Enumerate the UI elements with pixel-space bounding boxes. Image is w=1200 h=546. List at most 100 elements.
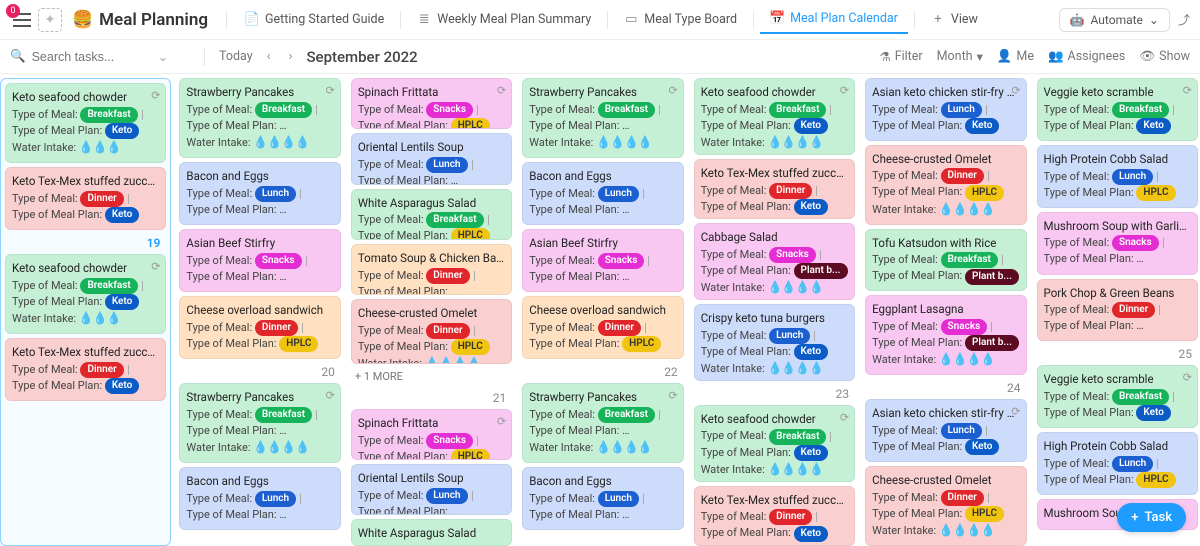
- plan-tag: Plant b...: [794, 263, 848, 279]
- meal-card[interactable]: Cabbage SaladType of Meal: SnacksType of…: [694, 223, 855, 300]
- menu-button[interactable]: 0: [10, 8, 34, 32]
- plan-tag: HPLC: [451, 118, 490, 129]
- plan-tag: Balanced: [622, 507, 677, 523]
- search-input[interactable]: [32, 50, 152, 64]
- meal-card[interactable]: Cheese-crusted OmeletType of Meal: Dinne…: [351, 299, 512, 364]
- search-input-wrap[interactable]: 🔍 ⌄: [10, 49, 190, 65]
- meal-card[interactable]: Oriental Lentils SoupType of Meal: Lunch…: [351, 464, 512, 515]
- tab-meal-type-board[interactable]: ▭Meal Type Board: [614, 6, 747, 33]
- meal-card[interactable]: ⟳Veggie keto scrambleType of Meal: Break…: [1037, 78, 1198, 141]
- meal-card[interactable]: ⟳Veggie keto scrambleType of Meal: Break…: [1037, 365, 1198, 428]
- plan-tag: HPLC: [451, 339, 490, 355]
- meal-card[interactable]: Tofu Katsudon with RiceType of Meal: Bre…: [865, 229, 1026, 292]
- tab-getting-started-guide[interactable]: 📄Getting Started Guide: [235, 6, 394, 33]
- assignees-filter[interactable]: 👥Assignees: [1048, 49, 1125, 64]
- header-tools: 🤖 Automate ⌄ ⤴: [1059, 8, 1190, 32]
- meal-card[interactable]: ⟳Keto seafood chowderType of Meal: Break…: [5, 83, 166, 163]
- meal-tag: Snacks: [426, 102, 473, 118]
- card-title: Asian Beef Stirfry: [186, 235, 333, 252]
- plan-tag: Keto: [794, 445, 829, 461]
- meal-card[interactable]: Keto Tex-Mex stuffed zucchini boatsType …: [694, 486, 855, 546]
- meal-card[interactable]: Cheese overload sandwichType of Meal: Di…: [522, 296, 683, 359]
- card-title: Keto Tex-Mex stuffed zucchini boats: [701, 492, 848, 509]
- water-drops-icon: 💧💧💧💧: [939, 352, 995, 366]
- calendar-column: ⟳Spinach FrittataType of Meal: SnacksTyp…: [349, 78, 514, 546]
- sync-icon: ⟳: [840, 410, 849, 426]
- meal-card[interactable]: Eggplant LasagnaType of Meal: SnacksType…: [865, 295, 1026, 375]
- today-button[interactable]: Today: [219, 49, 253, 64]
- next-arrow[interactable]: ›: [285, 47, 297, 66]
- tab-meal-plan-calendar[interactable]: 📅Meal Plan Calendar: [760, 5, 908, 34]
- automate-button[interactable]: 🤖 Automate ⌄: [1059, 8, 1170, 32]
- meal-card[interactable]: ⟳Spinach FrittataType of Meal: SnacksTyp…: [351, 409, 512, 460]
- more-link[interactable]: + 1 MORE: [351, 368, 512, 385]
- meal-card[interactable]: Bacon and EggsType of Meal: LunchType of…: [522, 467, 683, 530]
- meal-card[interactable]: Bacon and EggsType of Meal: LunchType of…: [179, 467, 340, 530]
- meal-card[interactable]: ⟳Asian keto chicken stir-fry with brocco…: [865, 78, 1026, 141]
- plan-tag: Keto: [965, 118, 1000, 134]
- meal-card[interactable]: High Protein Cobb SaladType of Meal: Lun…: [1037, 432, 1198, 495]
- meal-card[interactable]: Bacon and EggsType of Meal: LunchType of…: [179, 162, 340, 225]
- tab-icon: ≣: [417, 13, 431, 27]
- meal-card[interactable]: ⟳Strawberry PancakesType of Meal: Breakf…: [179, 383, 340, 463]
- tab-weekly-meal-plan-summary[interactable]: ≣Weekly Meal Plan Summary: [407, 6, 601, 33]
- meal-tag: Lunch: [598, 491, 639, 507]
- meal-card[interactable]: ⟳Keto seafood chowderType of Meal: Break…: [694, 405, 855, 482]
- meal-tag: Dinner: [769, 183, 812, 199]
- card-title: Mushroom Soup with Garlic Bread: [1044, 218, 1191, 235]
- meal-card[interactable]: Tomato Soup & Chicken BarbecueType of Me…: [351, 244, 512, 295]
- plan-tag: Plant b...: [965, 269, 1019, 285]
- sync-icon: ⟳: [497, 414, 506, 430]
- filter-button[interactable]: ⚗Filter: [879, 49, 922, 65]
- meal-card[interactable]: High Protein Cobb SaladType of Meal: Lun…: [1037, 145, 1198, 208]
- meal-card[interactable]: ⟳Strawberry PancakesType of Meal: Breakf…: [522, 78, 683, 158]
- meal-card[interactable]: Cheese-crusted OmeletType of Meal: Dinne…: [865, 145, 1026, 225]
- new-task-fab[interactable]: + Task: [1117, 503, 1186, 532]
- meal-card[interactable]: Mushroom Soup with Garlic BreadType of M…: [1037, 212, 1198, 275]
- water-drops-icon: 💧💧💧💧: [596, 135, 652, 149]
- meal-card[interactable]: Crispy keto tuna burgersType of Meal: Lu…: [694, 304, 855, 381]
- water-drops-icon: 💧💧💧💧: [596, 440, 652, 454]
- me-filter[interactable]: 👤Me: [997, 49, 1034, 64]
- chevron-down-icon[interactable]: ⌄: [158, 49, 168, 65]
- share-icon[interactable]: ⤴: [1178, 11, 1190, 28]
- meal-card[interactable]: Keto Tex-Mex stuffed zucchini boatsType …: [5, 167, 166, 230]
- month-select[interactable]: Month▾: [937, 49, 983, 65]
- day-number: 24: [865, 379, 1026, 395]
- meal-card[interactable]: Pork Chop & Green BeansType of Meal: Din…: [1037, 279, 1198, 342]
- meal-card[interactable]: Asian Beef StirfryType of Meal: SnacksTy…: [179, 229, 340, 292]
- meal-card[interactable]: White Asparagus SaladType of Meal: Break…: [351, 189, 512, 240]
- meal-card[interactable]: Oriental Lentils SoupType of Meal: Lunch…: [351, 133, 512, 184]
- card-title: Veggie keto scramble: [1044, 84, 1191, 101]
- meal-card[interactable]: ⟳Asian keto chicken stir-fry with brocco…: [865, 399, 1026, 462]
- sync-icon: ⟳: [1011, 404, 1020, 420]
- sync-icon: ⟳: [1011, 83, 1020, 99]
- tab-view[interactable]: +View: [921, 6, 988, 33]
- meal-card[interactable]: ⟳Spinach FrittataType of Meal: SnacksTyp…: [351, 78, 512, 129]
- meal-card[interactable]: ⟳Keto seafood chowderType of Meal: Break…: [694, 78, 855, 155]
- app-header: 0 ✦ 🍔 Meal Planning 📄Getting Started Gui…: [0, 0, 1200, 40]
- water-drops-icon: 💧💧💧: [79, 311, 121, 325]
- meal-tag: Breakfast: [1112, 102, 1169, 118]
- show-button[interactable]: 👁Show: [1139, 49, 1190, 64]
- water-drops-icon: 💧💧💧💧: [939, 523, 995, 537]
- meal-card[interactable]: ⟳Strawberry PancakesType of Meal: Breakf…: [522, 383, 683, 463]
- meal-card[interactable]: Keto Tex-Mex stuffed zucchini boatsType …: [5, 338, 166, 401]
- meal-card[interactable]: White Asparagus Salad: [351, 519, 512, 546]
- prev-arrow[interactable]: ‹: [263, 47, 275, 66]
- sync-icon: ⟳: [151, 88, 160, 104]
- card-title: Keto Tex-Mex stuffed zucchini boats: [12, 173, 159, 190]
- meal-card[interactable]: ⟳Strawberry PancakesType of Meal: Breakf…: [179, 78, 340, 158]
- plus-icon: +: [1131, 510, 1138, 525]
- meal-card[interactable]: Cheese overload sandwichType of Meal: Di…: [179, 296, 340, 359]
- card-title: Keto Tex-Mex stuffed zucchini boats: [701, 165, 848, 182]
- meal-card[interactable]: Asian Beef StirfryType of Meal: SnacksTy…: [522, 229, 683, 292]
- meal-card[interactable]: Bacon and EggsType of Meal: LunchType of…: [522, 162, 683, 225]
- calendar-column: ⟳Strawberry PancakesType of Meal: Breakf…: [177, 78, 342, 546]
- meal-card[interactable]: Cheese-crusted OmeletType of Meal: Dinne…: [865, 466, 1026, 546]
- meal-card[interactable]: ⟳Keto seafood chowderType of Meal: Break…: [5, 254, 166, 334]
- chevron-down-icon: ▾: [977, 49, 983, 65]
- card-title: Keto Tex-Mex stuffed zucchini boats: [12, 344, 159, 361]
- meal-card[interactable]: Keto Tex-Mex stuffed zucchini boatsType …: [694, 159, 855, 219]
- sync-icon: ⟳: [497, 83, 506, 99]
